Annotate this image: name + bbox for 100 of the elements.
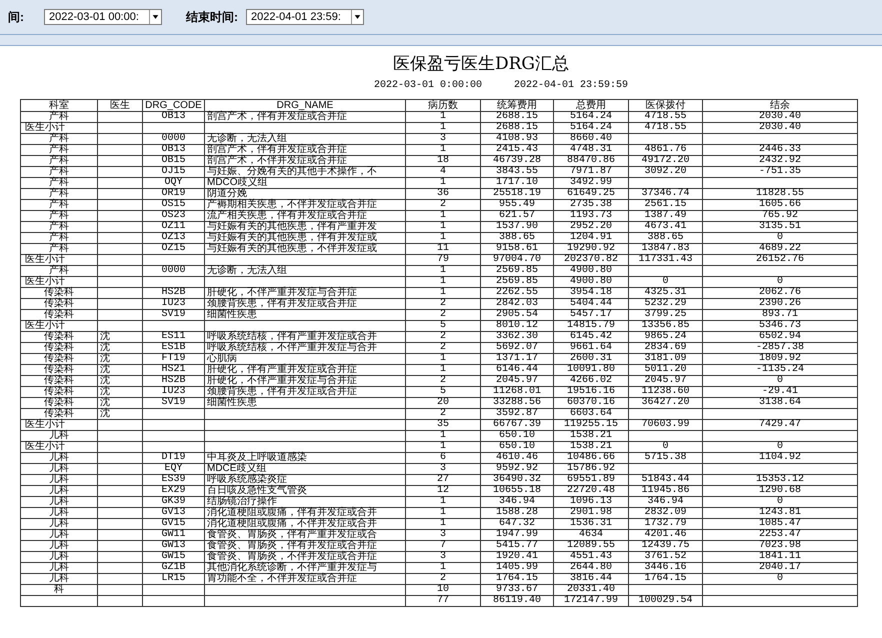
table-cell: 19290.92	[554, 243, 628, 254]
table-cell: 科	[20, 584, 98, 595]
table-cell: 心肌病	[204, 353, 406, 364]
table-cell: 2952.20	[554, 221, 628, 232]
table-cell: 4673.41	[628, 221, 702, 232]
table-cell: 1	[406, 353, 480, 364]
table-cell: 4900.80	[554, 276, 628, 287]
table-cell: 流产相关疾患，伴有并发症或合并症	[204, 210, 406, 221]
table-cell: 9661.64	[554, 342, 628, 353]
table-cell: 5164.24	[554, 122, 628, 133]
table-cell: 肝硬化，伴有严重并发症或合并症	[204, 364, 406, 375]
table-cell: 20	[406, 397, 480, 408]
table-cell: 13847.83	[628, 243, 702, 254]
table-cell: 765.92	[702, 210, 858, 221]
table-cell: SV19	[142, 309, 204, 320]
report-end-time: 2022-04-01 23:59:59	[514, 78, 628, 92]
table-cell: MDCO歧义组	[204, 177, 406, 188]
table-cell: 沈	[98, 397, 142, 408]
table-cell: 5232.29	[628, 298, 702, 309]
table-cell: 4266.02	[554, 375, 628, 386]
table-cell: 儿科	[20, 507, 98, 518]
table-cell: 1193.73	[554, 210, 628, 221]
table-cell: 传染科	[20, 342, 98, 353]
table-cell: 1	[406, 122, 480, 133]
table-cell: 儿科	[20, 573, 98, 584]
table-cell: GZ1B	[142, 562, 204, 573]
table-cell: 10	[406, 584, 480, 595]
table-cell: 11268.01	[480, 386, 554, 397]
table-cell: 9865.24	[628, 331, 702, 342]
table-cell: 37346.74	[628, 188, 702, 199]
table-cell: 1204.91	[554, 232, 628, 243]
table-cell: 8010.12	[480, 320, 554, 331]
table-cell: 医生小计	[20, 122, 98, 133]
table-cell: 70603.99	[628, 419, 702, 430]
table-cell: 2	[406, 375, 480, 386]
dropdown-arrow-icon	[351, 10, 363, 24]
report-title: 医保盈亏医生DRG汇总	[392, 53, 569, 76]
table-cell: 与妊娠有关的其他疾患，伴有并发症或	[204, 232, 406, 243]
end-time-label: 结束时间:	[186, 9, 238, 26]
table-cell: 沈	[98, 386, 142, 397]
table-cell: 1	[406, 364, 480, 375]
table-cell: 51843.44	[628, 474, 702, 485]
table-cell: 结肠镜治疗操作	[204, 496, 406, 507]
table-cell: 3954.18	[554, 287, 628, 298]
table-cell: 3	[406, 551, 480, 562]
table-cell: 剖宫产术，不伴并发症或合并症	[204, 155, 406, 166]
table-cell: 955.49	[480, 199, 554, 210]
table-cell: 沈	[98, 364, 142, 375]
table-cell: 12089.55	[554, 540, 628, 551]
table-cell: 儿科	[20, 540, 98, 551]
table-cell: 产科	[20, 243, 98, 254]
table-cell: 69551.89	[554, 474, 628, 485]
table-cell: 产科	[20, 210, 98, 221]
column-header: 病历数	[406, 99, 480, 111]
table-cell: 沈	[98, 408, 142, 419]
table-cell: HS21	[142, 364, 204, 375]
table-cell: -751.35	[702, 166, 858, 177]
table-cell: 2842.03	[480, 298, 554, 309]
table-cell: 儿科	[20, 485, 98, 496]
table-cell: 产科	[20, 166, 98, 177]
table-cell: 2735.38	[554, 199, 628, 210]
table-cell: 产科	[20, 111, 98, 122]
table-cell: ES11	[142, 331, 204, 342]
table-cell: 202370.82	[554, 254, 628, 265]
table-cell: 消化道梗阻或腹痛，不伴并发症或合并	[204, 518, 406, 529]
table-cell: 产科	[20, 221, 98, 232]
table-cell: 4718.55	[628, 122, 702, 133]
table-cell: 10486.66	[554, 452, 628, 463]
table-cell: OZ15	[142, 243, 204, 254]
table-cell: 医生小计	[20, 320, 98, 331]
table-cell: 27	[406, 474, 480, 485]
table-cell: 26152.76	[702, 254, 858, 265]
table-cell: 86119.40	[480, 595, 554, 606]
table-cell: 11828.55	[702, 188, 858, 199]
table-cell: 2062.76	[702, 287, 858, 298]
table-cell: 0	[628, 441, 702, 452]
table-cell: 与妊娠、分娩有关的其他手术操作，不	[204, 166, 406, 177]
table-cell: 沈	[98, 331, 142, 342]
table-cell: 3181.09	[628, 353, 702, 364]
table-cell: 0	[702, 276, 858, 287]
table-cell: 60370.16	[554, 397, 628, 408]
table-cell: 0000	[142, 133, 204, 144]
table-cell: 6145.42	[554, 331, 628, 342]
table-cell: 2	[406, 331, 480, 342]
column-header: 医生	[98, 99, 142, 111]
table-cell: 19516.16	[554, 386, 628, 397]
table-cell: 7	[406, 540, 480, 551]
table-cell: 66767.39	[480, 419, 554, 430]
table-cell: 2	[406, 199, 480, 210]
table-cell: 1405.99	[480, 562, 554, 573]
table-cell: 医生小计	[20, 276, 98, 287]
start-time-dropdown[interactable]: 2022-03-01 00:00:	[44, 9, 162, 25]
table-cell: LR15	[142, 573, 204, 584]
table-cell: 肝硬化，不伴严重并发症与合并症	[204, 287, 406, 298]
table-cell: 消化道梗阻或腹痛，伴有并发症或合并	[204, 507, 406, 518]
end-time-dropdown[interactable]: 2022-04-01 23:59:	[246, 9, 364, 25]
table-cell: 1	[406, 562, 480, 573]
table-cell: 2390.26	[702, 298, 858, 309]
table-cell: 6	[406, 452, 480, 463]
table-cell: OQY	[142, 177, 204, 188]
